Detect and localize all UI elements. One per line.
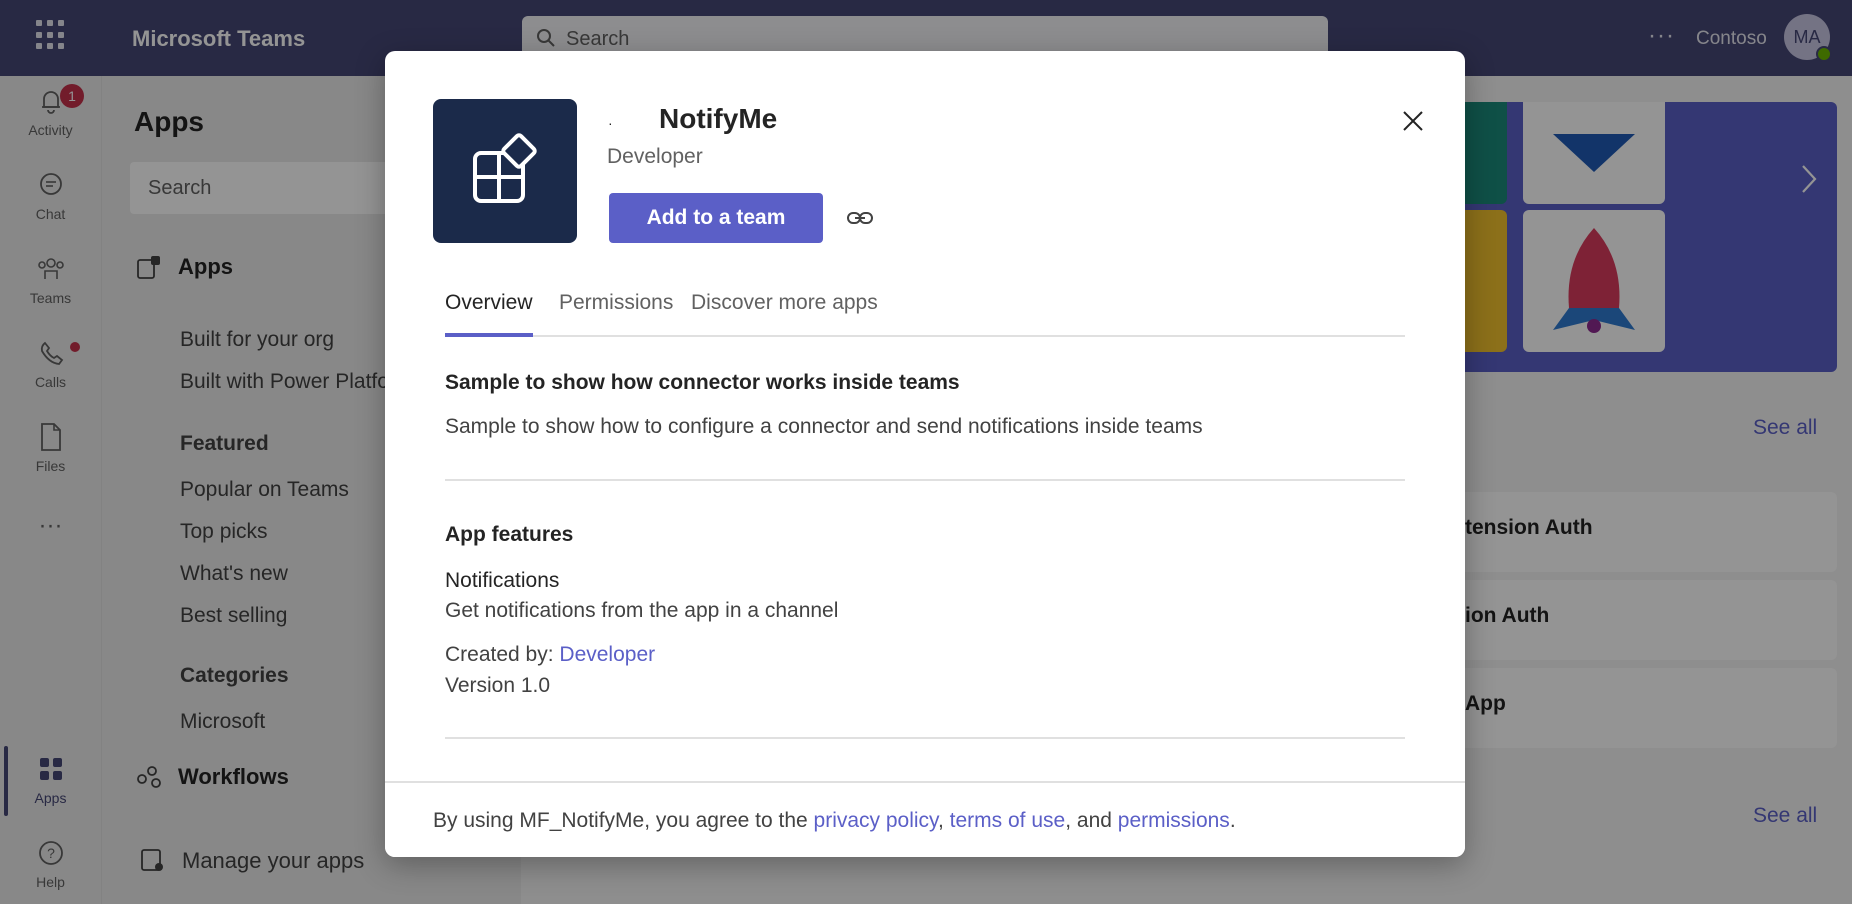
created-by-label: Created by: bbox=[445, 643, 560, 666]
terms-notice: By using MF_NotifyMe, you agree to the p… bbox=[433, 809, 1236, 833]
features-title: App features bbox=[445, 523, 574, 546]
terms-separator: , bbox=[938, 809, 950, 832]
section-divider bbox=[445, 737, 1405, 739]
description-title: Sample to show how connector works insid… bbox=[445, 371, 960, 394]
app-details-dialog: · NotifyMe Developer Add to a team Overv… bbox=[385, 51, 1465, 857]
permissions-link[interactable]: permissions bbox=[1118, 809, 1230, 832]
tab-bar: Overview Permissions Discover more apps bbox=[445, 281, 1405, 337]
app-version: Version 1.0 bbox=[445, 674, 551, 697]
tab-permissions[interactable]: Permissions bbox=[559, 291, 673, 333]
privacy-policy-link[interactable]: privacy policy bbox=[814, 809, 938, 832]
app-developer: Developer bbox=[607, 145, 703, 168]
section-divider bbox=[445, 479, 1405, 481]
title-mark: · bbox=[608, 115, 613, 131]
add-to-team-button[interactable]: Add to a team bbox=[609, 193, 823, 243]
terms-prefix: By using MF_NotifyMe, you agree to the bbox=[433, 809, 814, 832]
close-icon[interactable] bbox=[1397, 105, 1429, 137]
terms-end: . bbox=[1229, 809, 1236, 832]
tab-discover-more-apps[interactable]: Discover more apps bbox=[691, 291, 878, 333]
terms-separator: , and bbox=[1065, 809, 1118, 832]
feature-name: Notifications bbox=[445, 569, 560, 592]
app-icon bbox=[433, 99, 577, 243]
dialog-footer: By using MF_NotifyMe, you agree to the p… bbox=[385, 781, 1465, 857]
description-text: Sample to show how to configure a connec… bbox=[445, 415, 1203, 438]
terms-of-use-link[interactable]: terms of use bbox=[950, 809, 1066, 832]
developer-link[interactable]: Developer bbox=[559, 643, 655, 666]
feature-description: Get notifications from the app in a chan… bbox=[445, 599, 839, 622]
copy-link-icon[interactable] bbox=[843, 203, 877, 233]
app-title: NotifyMe bbox=[659, 103, 778, 134]
tab-overview[interactable]: Overview bbox=[445, 291, 533, 337]
created-by: Created by: Developer bbox=[445, 643, 655, 667]
